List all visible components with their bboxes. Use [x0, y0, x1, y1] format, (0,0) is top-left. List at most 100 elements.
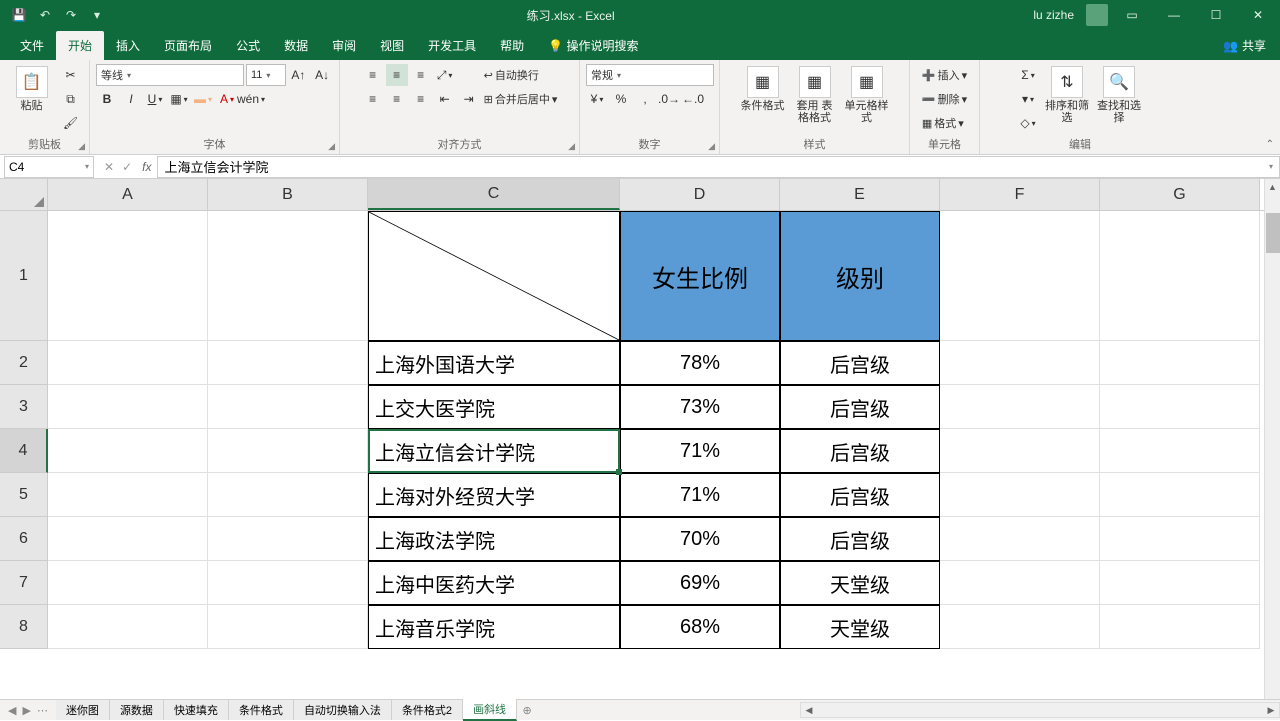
- hscroll-left-icon[interactable]: ◀: [801, 705, 817, 716]
- cell-E3[interactable]: 后宫级: [780, 385, 940, 429]
- format-painter-icon[interactable]: 🖌: [60, 112, 82, 134]
- collapse-ribbon-icon[interactable]: ⌃: [1266, 139, 1274, 150]
- cell-F1[interactable]: [940, 211, 1100, 341]
- tab-insert[interactable]: 插入: [104, 31, 152, 60]
- minimize-icon[interactable]: —: [1156, 0, 1192, 30]
- cell-C6[interactable]: 上海政法学院: [368, 517, 620, 561]
- sheet-tab-6[interactable]: 画斜线: [463, 699, 517, 721]
- name-box[interactable]: C4▾: [4, 156, 94, 178]
- format-as-table-button[interactable]: ▦套用 表格格式: [791, 64, 839, 126]
- cell-E6[interactable]: 后宫级: [780, 517, 940, 561]
- align-center-icon[interactable]: ≡: [386, 88, 408, 110]
- cell-D8[interactable]: 68%: [620, 605, 780, 649]
- cell-A8[interactable]: [48, 605, 208, 649]
- save-icon[interactable]: 💾: [8, 4, 30, 26]
- cell-F8[interactable]: [940, 605, 1100, 649]
- cell-C5[interactable]: 上海对外经贸大学: [368, 473, 620, 517]
- col-header-G[interactable]: G: [1100, 179, 1260, 210]
- orientation-icon[interactable]: ⤢: [434, 64, 456, 86]
- find-select-button[interactable]: 🔍查找和选择: [1095, 64, 1143, 126]
- decrease-decimal-icon[interactable]: ←.0: [682, 88, 704, 110]
- phonetic-icon[interactable]: wén: [240, 88, 262, 110]
- clear-icon[interactable]: ◇: [1017, 112, 1039, 134]
- col-header-D[interactable]: D: [620, 179, 780, 210]
- hscroll-right-icon[interactable]: ▶: [1263, 705, 1279, 716]
- sheet-tab-3[interactable]: 条件格式: [229, 700, 294, 720]
- sheet-tab-2[interactable]: 快速填充: [164, 700, 229, 720]
- cell-B2[interactable]: [208, 341, 368, 385]
- fill-color-icon[interactable]: ▬: [192, 88, 214, 110]
- close-icon[interactable]: ✕: [1240, 0, 1276, 30]
- sheet-tab-1[interactable]: 源数据: [110, 700, 164, 720]
- row-header-3[interactable]: 3: [0, 385, 48, 429]
- align-launcher-icon[interactable]: ◢: [568, 141, 575, 152]
- cell-F7[interactable]: [940, 561, 1100, 605]
- cell-D7[interactable]: 69%: [620, 561, 780, 605]
- underline-icon[interactable]: U: [144, 88, 166, 110]
- row-header-7[interactable]: 7: [0, 561, 48, 605]
- increase-font-icon[interactable]: A↑: [288, 64, 310, 86]
- font-launcher-icon[interactable]: ◢: [328, 141, 335, 152]
- cell-G8[interactable]: [1100, 605, 1260, 649]
- font-color-icon[interactable]: A: [216, 88, 238, 110]
- autosum-icon[interactable]: Σ: [1017, 64, 1039, 86]
- cell-styles-button[interactable]: ▦单元格样式: [843, 64, 891, 126]
- tab-scroll-left-icon[interactable]: ◀: [8, 704, 16, 717]
- wrap-text-button[interactable]: ↩ 自动换行: [484, 64, 558, 86]
- cell-F5[interactable]: [940, 473, 1100, 517]
- delete-cells-button[interactable]: ➖ 删除 ▾: [922, 88, 967, 110]
- select-all-corner[interactable]: [0, 179, 48, 210]
- cell-D5[interactable]: 71%: [620, 473, 780, 517]
- cell-A6[interactable]: [48, 517, 208, 561]
- redo-icon[interactable]: ↷: [60, 4, 82, 26]
- align-left-icon[interactable]: ≡: [362, 88, 384, 110]
- cell-A3[interactable]: [48, 385, 208, 429]
- cell-C7[interactable]: 上海中医药大学: [368, 561, 620, 605]
- sort-filter-button[interactable]: ⇅排序和筛选: [1043, 64, 1091, 126]
- vscroll-thumb[interactable]: [1266, 213, 1280, 253]
- format-cells-button[interactable]: ▦ 格式 ▾: [922, 112, 967, 134]
- cell-C2[interactable]: 上海外国语大学: [368, 341, 620, 385]
- tab-home[interactable]: 开始: [56, 31, 104, 60]
- cell-E8[interactable]: 天堂级: [780, 605, 940, 649]
- cell-E1[interactable]: 级别: [780, 211, 940, 341]
- col-header-E[interactable]: E: [780, 179, 940, 210]
- cell-G7[interactable]: [1100, 561, 1260, 605]
- cell-B7[interactable]: [208, 561, 368, 605]
- cell-A1[interactable]: [48, 211, 208, 341]
- expand-formula-bar-icon[interactable]: ▾: [1269, 162, 1273, 171]
- tab-review[interactable]: 审阅: [320, 31, 368, 60]
- paste-button[interactable]: 📋 粘贴: [8, 64, 56, 114]
- undo-icon[interactable]: ↶: [34, 4, 56, 26]
- number-launcher-icon[interactable]: ◢: [708, 141, 715, 152]
- horizontal-scrollbar[interactable]: ◀ ▶: [800, 702, 1280, 718]
- merge-center-button[interactable]: ⊞ 合并后居中 ▾: [484, 88, 558, 110]
- cell-D2[interactable]: 78%: [620, 341, 780, 385]
- tab-formulas[interactable]: 公式: [224, 31, 272, 60]
- increase-indent-icon[interactable]: ⇥: [458, 88, 480, 110]
- decrease-font-icon[interactable]: A↓: [311, 64, 333, 86]
- scroll-up-icon[interactable]: ▲: [1265, 179, 1280, 195]
- cell-G3[interactable]: [1100, 385, 1260, 429]
- cell-A7[interactable]: [48, 561, 208, 605]
- fx-icon[interactable]: fx: [142, 160, 151, 174]
- tab-view[interactable]: 视图: [368, 31, 416, 60]
- user-avatar-icon[interactable]: [1086, 4, 1108, 26]
- fill-icon[interactable]: ▾: [1017, 88, 1039, 110]
- cell-F3[interactable]: [940, 385, 1100, 429]
- clipboard-launcher-icon[interactable]: ◢: [78, 141, 85, 152]
- tab-data[interactable]: 数据: [272, 31, 320, 60]
- cell-F2[interactable]: [940, 341, 1100, 385]
- sheet-tab-5[interactable]: 条件格式2: [392, 700, 463, 720]
- align-top-icon[interactable]: ≡: [362, 64, 384, 86]
- enter-formula-icon[interactable]: ✓: [122, 160, 132, 174]
- cell-G4[interactable]: [1100, 429, 1260, 473]
- cell-C4[interactable]: 上海立信会计学院: [368, 429, 620, 473]
- align-middle-icon[interactable]: ≡: [386, 64, 408, 86]
- cut-icon[interactable]: ✂: [60, 64, 82, 86]
- cell-G6[interactable]: [1100, 517, 1260, 561]
- formula-bar[interactable]: 上海立信会计学院▾: [157, 156, 1280, 178]
- cell-D3[interactable]: 73%: [620, 385, 780, 429]
- cell-E4[interactable]: 后宫级: [780, 429, 940, 473]
- cell-F4[interactable]: [940, 429, 1100, 473]
